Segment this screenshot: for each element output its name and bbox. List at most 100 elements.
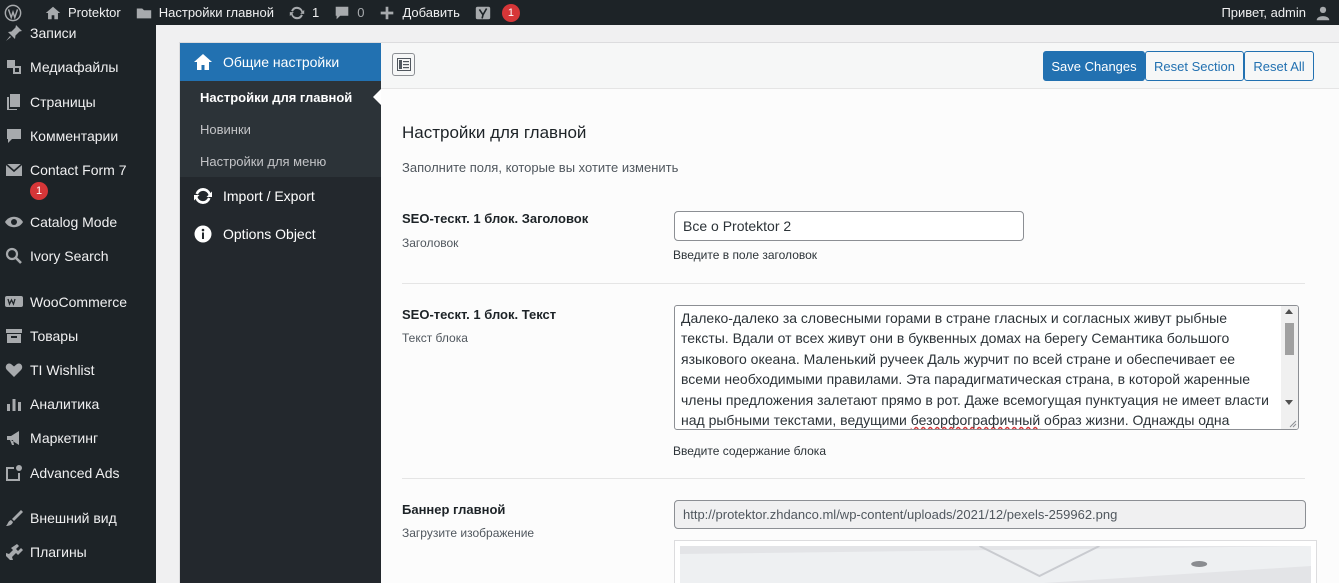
menu-item-analytics[interactable]: Аналитика bbox=[0, 394, 156, 414]
menu-label-contact-form: Contact Form 7 bbox=[30, 162, 127, 178]
menu-label-media: Медиафайлы bbox=[30, 59, 119, 75]
field-heading-subtitle: Заголовок bbox=[402, 236, 459, 250]
heading-hint: Введите в поле заголовок bbox=[673, 248, 818, 262]
admin-menu: Записи Медиафайлы Страницы Комментарии C… bbox=[0, 25, 156, 583]
current-arrow-icon bbox=[373, 89, 381, 105]
group-options-object[interactable]: Options Object bbox=[180, 215, 381, 253]
updates-link[interactable]: 1 bbox=[281, 0, 326, 25]
menu-item-appearance[interactable]: Внешний вид bbox=[0, 508, 156, 528]
folder-icon bbox=[136, 8, 151, 18]
plugin-icon bbox=[6, 544, 23, 560]
my-account-link[interactable]: Привет, admin bbox=[1214, 0, 1339, 25]
site-name-label: Protektor bbox=[68, 5, 121, 20]
brush-icon bbox=[6, 510, 23, 526]
menu-item-media[interactable]: Медиафайлы bbox=[0, 57, 156, 77]
banner-url-field[interactable]: http://protektor.zhdanco.ml/wp-content/u… bbox=[674, 500, 1306, 529]
menu-label-catalog-mode: Catalog Mode bbox=[30, 214, 118, 230]
home-icon bbox=[45, 6, 61, 19]
redux-sidebar: Общие настройки Настройки для главной Но… bbox=[180, 43, 381, 583]
menu-item-products[interactable]: Товары bbox=[0, 326, 156, 346]
text-hint: Введите содержание блока bbox=[673, 444, 826, 458]
menu-label-plugins: Плагины bbox=[30, 544, 87, 560]
contact-form-count-badge: 1 bbox=[30, 182, 48, 200]
menu-item-woocommerce[interactable]: WooCommerce bbox=[0, 292, 156, 312]
field-banner-subtitle: Загрузите изображение bbox=[402, 526, 535, 540]
content-area: Общие настройки Настройки для главной Но… bbox=[156, 25, 1339, 583]
subsection-menu-settings[interactable]: Настройки для меню bbox=[180, 145, 381, 177]
menu-item-ti-wishlist[interactable]: TI Wishlist bbox=[0, 360, 156, 380]
menu-item-marketing[interactable]: Маркетинг bbox=[0, 428, 156, 448]
view-page-link[interactable]: Настройки главной bbox=[128, 0, 281, 25]
scroll-thumb[interactable] bbox=[1285, 323, 1294, 355]
textarea-scrollbar[interactable] bbox=[1281, 306, 1298, 429]
menu-item-catalog-mode[interactable]: Catalog Mode bbox=[0, 212, 156, 232]
menu-item-comments[interactable]: Комментарии bbox=[0, 126, 156, 146]
comments-link[interactable]: 0 bbox=[326, 0, 371, 25]
group-general-settings-label: Общие настройки bbox=[223, 54, 340, 70]
yoast-icon bbox=[475, 6, 491, 19]
section-description: Заполните поля, которые вы хотите измени… bbox=[402, 160, 679, 175]
heart-icon bbox=[5, 363, 23, 377]
textarea-content[interactable]: Далеко-далеко за словесными горами в стр… bbox=[675, 306, 1281, 429]
menu-item-plugins[interactable]: Плагины bbox=[0, 542, 156, 562]
field-divider bbox=[402, 283, 1305, 284]
field-banner-title: Баннер главной bbox=[402, 502, 506, 517]
field-text-subtitle: Текст блока bbox=[402, 331, 468, 345]
site-name-link[interactable]: Protektor bbox=[37, 0, 128, 25]
group-options-object-label: Options Object bbox=[223, 226, 316, 242]
info-icon bbox=[194, 225, 212, 243]
refresh-icon bbox=[194, 187, 212, 205]
user-avatar-icon bbox=[1316, 6, 1330, 20]
comments-icon bbox=[7, 129, 21, 143]
yoast-badge: 1 bbox=[501, 3, 520, 22]
text-block-textarea[interactable]: Далеко-далеко за словесными горами в стр… bbox=[674, 305, 1299, 430]
save-changes-button[interactable]: Save Changes bbox=[1043, 51, 1145, 81]
field-heading-title: SEO-тескт. 1 блок. Заголовок bbox=[402, 211, 589, 226]
admin-bar: Protektor Настройки главной 1 0 Добавить… bbox=[0, 0, 1339, 25]
pin-icon bbox=[6, 25, 22, 41]
group-general-settings[interactable]: Общие настройки bbox=[180, 43, 381, 81]
update-icon bbox=[289, 6, 305, 19]
menu-label-ivory-search: Ivory Search bbox=[30, 248, 109, 264]
textarea-text-before: Далеко-далеко за словесными горами в стр… bbox=[681, 310, 1269, 429]
mail-icon bbox=[5, 163, 23, 176]
add-new-label: Добавить bbox=[402, 5, 460, 20]
menu-label-appearance: Внешний вид bbox=[30, 510, 117, 526]
add-new-link[interactable]: Добавить bbox=[371, 0, 466, 25]
menu-item-contact-form[interactable]: Contact Form 7 1 bbox=[0, 160, 156, 200]
search-icon bbox=[5, 247, 22, 264]
redux-main: Save Changes Reset Section Reset All Нас… bbox=[381, 43, 1339, 583]
reset-section-button[interactable]: Reset Section bbox=[1145, 51, 1244, 81]
banner-image bbox=[680, 545, 1311, 583]
chart-icon bbox=[7, 399, 21, 411]
scroll-up-arrow-icon[interactable] bbox=[1285, 309, 1293, 314]
menu-label-products: Товары bbox=[30, 328, 79, 344]
menu-label-analytics: Аналитика bbox=[30, 396, 100, 412]
subsection-list: Настройки для главной Новинки Настройки … bbox=[180, 81, 381, 177]
menu-label-ti-wishlist: TI Wishlist bbox=[30, 362, 95, 378]
home-icon bbox=[194, 54, 212, 70]
updates-count: 1 bbox=[311, 5, 320, 20]
menu-label-marketing: Маркетинг bbox=[30, 430, 99, 446]
heading-input[interactable] bbox=[674, 211, 1024, 241]
wp-logo-button[interactable] bbox=[0, 0, 37, 25]
menu-item-ivory-search[interactable]: Ivory Search bbox=[0, 246, 156, 266]
scroll-down-arrow-icon[interactable] bbox=[1285, 400, 1293, 405]
menu-item-advanced-ads[interactable]: Advanced Ads bbox=[0, 463, 156, 483]
expand-options-button[interactable] bbox=[392, 53, 415, 76]
pages-icon bbox=[7, 94, 20, 110]
menu-label-woocommerce: WooCommerce bbox=[30, 294, 127, 310]
field-text-title: SEO-тескт. 1 блок. Текст bbox=[402, 307, 557, 322]
reset-all-button[interactable]: Reset All bbox=[1244, 51, 1314, 81]
group-import-export-label: Import / Export bbox=[223, 188, 315, 204]
group-import-export[interactable]: Import / Export bbox=[180, 177, 381, 215]
media-icon bbox=[7, 60, 21, 74]
menu-item-pages[interactable]: Страницы bbox=[0, 92, 156, 112]
yoast-link[interactable]: 1 bbox=[467, 0, 527, 25]
subsection-home-settings[interactable]: Настройки для главной bbox=[180, 81, 381, 113]
banner-image-preview bbox=[674, 540, 1317, 583]
resize-grip-icon[interactable] bbox=[1287, 418, 1297, 428]
menu-item-posts[interactable]: Записи bbox=[0, 25, 156, 43]
subsection-new-items[interactable]: Новинки bbox=[180, 113, 381, 145]
plus-icon bbox=[381, 6, 394, 19]
